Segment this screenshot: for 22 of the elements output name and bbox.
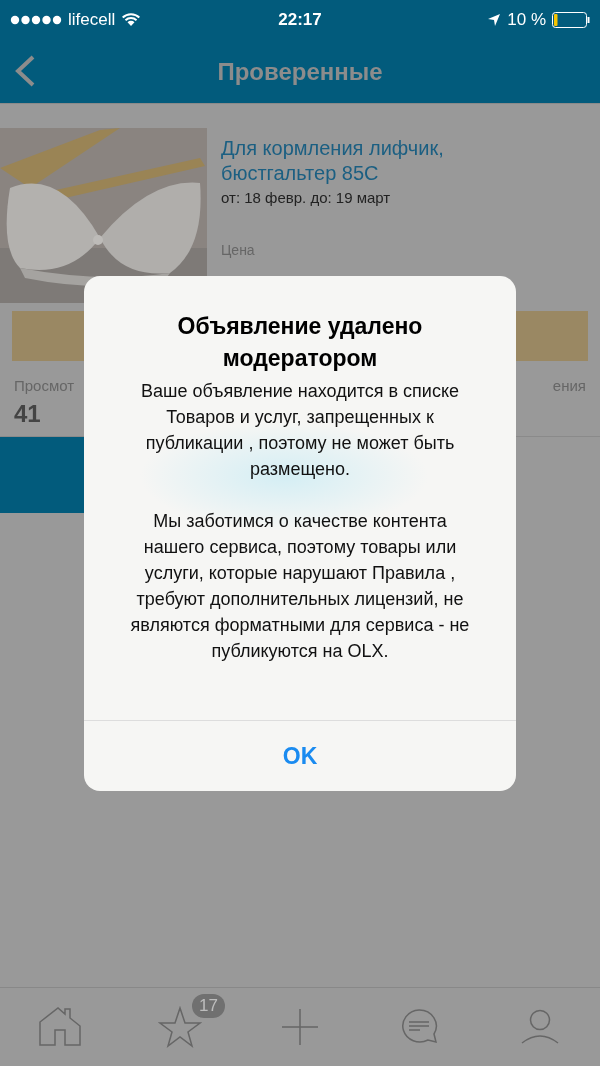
alert-message: Ваше объявление находится в списке Товаров и услуг, запрещенных к публикации , поэтому не может быть размещено. [140,380,460,481]
clock: 22:17 [278,10,322,30]
wifi-icon [121,13,142,27]
screen-title: Проверенные [217,57,383,86]
profile-icon[interactable] [521,1009,559,1045]
listing-dates: от: 18 февр. до: 19 март [221,189,392,206]
ok-button[interactable]: OK [84,720,516,791]
battery-icon [552,12,590,28]
location-icon [487,13,502,27]
star-icon[interactable] [158,1006,202,1048]
add-icon[interactable] [282,1009,318,1045]
chat-icon[interactable] [401,1009,439,1045]
back-icon[interactable] [14,55,36,87]
alert-title: Объявление удалено модератором [176,312,424,373]
stat-value: 41 [14,400,42,428]
home-icon[interactable] [38,1007,82,1047]
count-badge: 17 [192,994,225,1018]
alert-message: Мы заботимся о качестве контента нашего сервиса, поэтому товары или услуги, которые нарушают Правила , требуют дополнительных лицензий, не являются форматными для сервиса - не публикуются на OLX. [129,510,471,663]
battery-percent: 10 % [507,10,546,30]
signal-icon [10,15,62,25]
listing-title[interactable]: Для кормления лифчик, бюстгальтер 85С [221,136,486,186]
carrier-name: lifecell [68,10,116,30]
